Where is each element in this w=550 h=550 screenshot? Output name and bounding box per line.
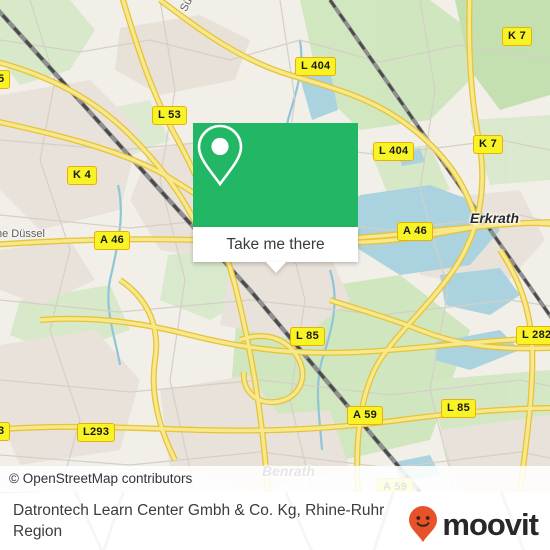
popup-card-header xyxy=(193,123,358,227)
popup-card-footer[interactable]: Take me there xyxy=(193,227,358,273)
map-canvas[interactable]: L 53 L 404 L 404 K 7 K 7 K 4 A 46 A 46 L 85 L 85 L… xyxy=(0,0,550,492)
road-shield: L 85 xyxy=(290,327,326,346)
location-popup-card[interactable]: Take me there xyxy=(193,123,358,273)
road-shield: K 4 xyxy=(67,166,98,185)
road-shield: 3 xyxy=(0,422,11,441)
map-pin-icon xyxy=(197,124,243,187)
road-shield: L 404 xyxy=(295,57,337,76)
road-shield: L 85 xyxy=(441,399,477,418)
osm-attribution[interactable]: © OpenStreetMap contributors xyxy=(0,466,550,492)
road-shield: A 46 xyxy=(94,231,131,250)
moovit-smiley-pin-icon xyxy=(409,506,438,542)
place-label: Erkrath xyxy=(470,210,520,226)
road-shield: A 46 xyxy=(397,222,434,241)
page-footer: Datrontech Learn Center Gmbh & Co. Kg, R… xyxy=(0,492,550,550)
road-shield: L 404 xyxy=(373,142,415,161)
map-screenshot: L 53 L 404 L 404 K 7 K 7 K 4 A 46 A 46 L 85 L 85 L… xyxy=(0,0,550,550)
moovit-wordmark: moovit xyxy=(442,506,539,542)
location-title: Datrontech Learn Center Gmbh & Co. Kg, R… xyxy=(13,502,385,540)
road-shield: K 7 xyxy=(473,135,504,154)
road-shield: L293 xyxy=(77,423,116,442)
road-shield: L 53 xyxy=(152,106,188,125)
moovit-brand[interactable]: moovit xyxy=(408,505,539,543)
road-shield: K 7 xyxy=(502,27,533,46)
road-shield: A 59 xyxy=(347,406,384,425)
water-label: ne Düssel xyxy=(0,228,45,240)
popup-pointer-tail xyxy=(265,262,286,273)
road-shield: 5 xyxy=(0,70,11,89)
road-shield: L 282 xyxy=(516,326,550,345)
take-me-there-label: Take me there xyxy=(226,235,325,253)
